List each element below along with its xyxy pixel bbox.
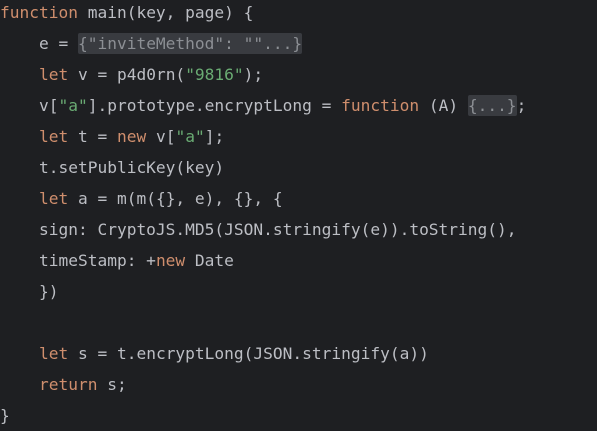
folded-code-placeholder[interactable]: {"inviteMethod": ""...} [77,33,303,54]
keyword-token: new [116,127,147,146]
code-line[interactable]: v["a"].prototype.encryptLong = function … [0,90,526,121]
keyword-token: let [38,344,69,363]
code-token: (A) [419,96,468,115]
keyword-token: function [0,3,78,22]
code-token: a = m(m({}, e), {}, { [68,189,283,208]
code-token: s; [97,375,127,394]
string-token: "a" [175,127,205,146]
code-token: ]; [204,127,225,146]
code-line[interactable]: let v = p4d0rn("9816"); [0,59,263,90]
code-token: timeStamp: + [0,251,156,270]
code-token: Date [185,251,234,270]
code-line[interactable]: let a = m(m({}, e), {}, { [0,183,283,214]
code-token: t = [68,127,117,146]
code-line[interactable]: return s; [0,369,127,400]
code-token: t.setPublicKey(key) [0,158,225,177]
code-token: ); [243,65,264,84]
code-token: main(key, page) { [77,3,254,22]
string-token: "9816" [185,65,244,84]
code-token: ].prototype.encryptLong = [87,96,342,115]
code-line[interactable]: }) [0,276,59,307]
keyword-token: return [38,375,98,394]
code-token: ; [516,96,527,115]
code-token: }) [0,282,59,301]
code-line[interactable]: t.setPublicKey(key) [0,152,224,183]
code-line[interactable]: sign: CryptoJS.MD5(JSON.stringify(e)).to… [0,214,517,245]
keyword-token: let [38,189,69,208]
keyword-token: function [341,96,420,115]
code-line[interactable]: timeStamp: +new Date [0,245,234,276]
code-line[interactable]: e = {"inviteMethod": ""...} [0,28,303,59]
keyword-token: let [38,65,69,84]
code-token: v[ [146,127,176,146]
code-token: } [0,406,10,425]
string-token: "a" [58,96,88,115]
code-line[interactable]: function main(key, page) { [0,0,253,28]
code-line[interactable]: let t = new v["a"]; [0,121,224,152]
code-token: sign: CryptoJS.MD5(JSON.stringify(e)).to… [0,220,517,239]
code-editor[interactable]: function main(key, page) { e = {"inviteM… [0,0,597,430]
code-token: v = p4d0rn( [68,65,186,84]
keyword-token: let [38,127,69,146]
keyword-token: new [155,251,186,270]
code-token: e = [0,34,78,53]
code-line[interactable]: } [0,400,10,431]
code-token: s = t.encryptLong(JSON.stringify(a)) [68,344,429,363]
code-token: v[ [0,96,59,115]
folded-code-placeholder[interactable]: {...} [467,95,517,116]
code-line[interactable]: let s = t.encryptLong(JSON.stringify(a)) [0,338,429,369]
